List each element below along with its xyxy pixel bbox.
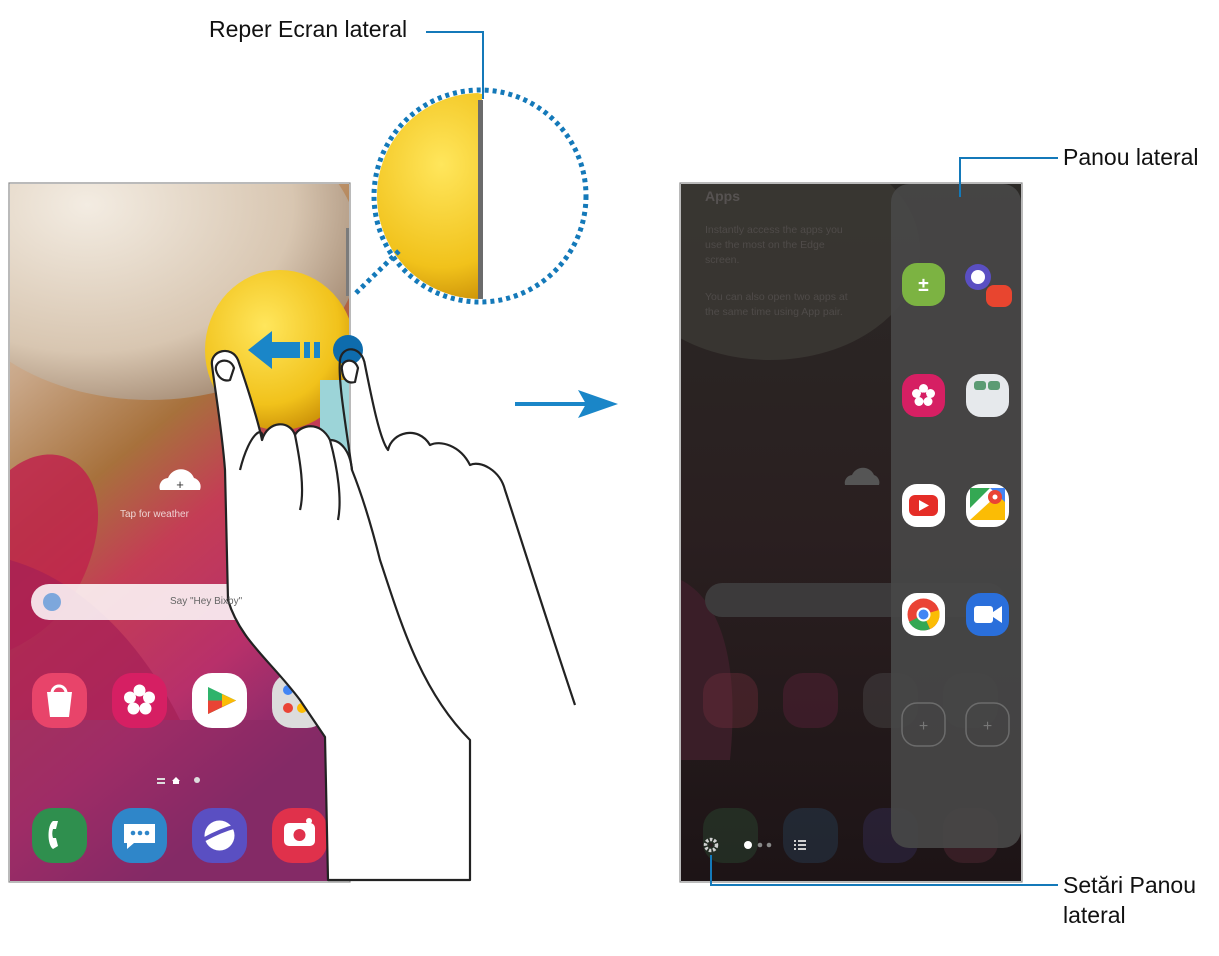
panel-settings-callout: lateral [1063, 902, 1126, 928]
panel-settings-leader [710, 884, 1058, 886]
svg-text:±: ± [918, 275, 928, 296]
panel-settings-leader [710, 855, 712, 886]
edge-panel-leader [959, 157, 961, 197]
page-dot [766, 842, 772, 848]
edge-handle-leader [426, 31, 484, 33]
phone-icon[interactable] [32, 808, 87, 863]
transition-arrow [515, 390, 618, 418]
diagram-artwork: + ± + + [8, 87, 1023, 883]
bixby-icon [43, 593, 61, 611]
page-dot [757, 842, 763, 848]
svg-text:+: + [919, 718, 928, 735]
svg-text:+: + [983, 718, 992, 735]
gear-icon[interactable] [703, 837, 719, 853]
edge-handle-callout: Reper Ecran lateral [209, 16, 408, 42]
list-icon[interactable] [794, 840, 806, 850]
edge-panel-callout: Panou lateral [1063, 144, 1199, 170]
edge-panel-overlay-title: Apps [705, 188, 740, 204]
edge-panel-leader [960, 157, 1058, 159]
edge-handle-strip[interactable] [346, 228, 349, 296]
panel-settings-callout: Setări Panou [1063, 872, 1196, 898]
edge-panel-overlay-text: You can also open two apps at the same t… [705, 291, 848, 318]
page-dot-active [744, 841, 752, 849]
folder-icon[interactable] [966, 374, 1009, 417]
svg-text:+: + [176, 477, 184, 492]
weather-hint: Tap for weather [120, 509, 189, 520]
edge-handle-zoom-bubble [354, 87, 589, 305]
edge-panel-overlay-text: Instantly access the apps you use the mo… [705, 224, 843, 266]
edge-handle-leader [482, 31, 484, 99]
search-hint: Say "Hey Bixby" [170, 596, 243, 607]
